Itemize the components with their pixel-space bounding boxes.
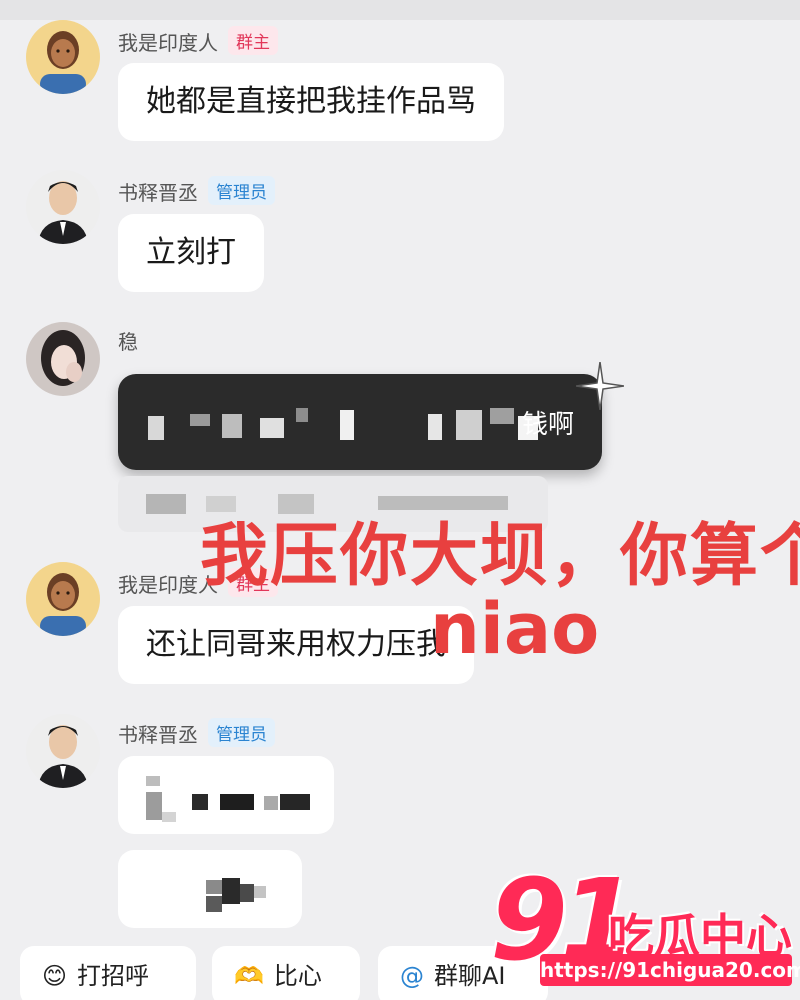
message-bubble[interactable]: 她都是直接把我挂作品骂 [118, 63, 504, 141]
pixelated-text [428, 414, 442, 440]
message-bubble[interactable]: 还让同哥来用权力压我 [118, 606, 474, 684]
sender-name: 稳 [118, 330, 138, 354]
pixelated-message-bubble[interactable] [118, 756, 334, 834]
sparkle-icon [576, 362, 624, 410]
owner-badge: 群主 [228, 26, 278, 55]
admin-badge: 管理员 [208, 176, 275, 205]
pixelated-text [260, 418, 284, 438]
pixelated-text [490, 408, 514, 424]
pixelated-text [190, 414, 210, 426]
avatar-woman[interactable] [26, 20, 100, 94]
message-text-fragment: 钱啊 [521, 410, 574, 440]
sender-name: 我是印度人 群主 [118, 26, 278, 56]
pixelated-text [340, 410, 354, 440]
at-icon: @ [400, 962, 424, 990]
overlay-caption-line2: niao [430, 588, 600, 670]
watermark-logo: 91 吃瓜中心 https://91chigua20.com [490, 856, 800, 988]
quick-action-heart[interactable]: 🫶 比心 [212, 946, 360, 1000]
smile-wave-icon: 😊 [42, 962, 68, 990]
heart-hands-icon: 🫶 [234, 962, 264, 990]
pixelated-text [456, 410, 482, 440]
pixelated-text [222, 414, 242, 438]
pixelated-message-bubble[interactable] [118, 850, 302, 928]
status-bar [0, 0, 800, 20]
avatar-man[interactable] [26, 714, 100, 788]
message-bubble[interactable]: 立刻打 [118, 214, 264, 292]
watermark-url: https://91chigua20.com [540, 954, 800, 986]
dark-message-card[interactable]: 钱啊 [118, 374, 602, 470]
avatar-man[interactable] [26, 170, 100, 244]
overlay-caption-line1: 我压你大坝，你算个 [200, 517, 800, 596]
quick-action-greet[interactable]: 😊 打招呼 [20, 946, 196, 1000]
sender-name: 书释晋丞 管理员 [118, 176, 275, 206]
admin-badge: 管理员 [208, 718, 275, 747]
sender-name: 书释晋丞 管理员 [118, 718, 275, 748]
avatar-woman[interactable] [26, 562, 100, 636]
pixelated-text [296, 408, 308, 422]
avatar-girl[interactable] [26, 322, 100, 396]
pixelated-text [148, 416, 164, 440]
